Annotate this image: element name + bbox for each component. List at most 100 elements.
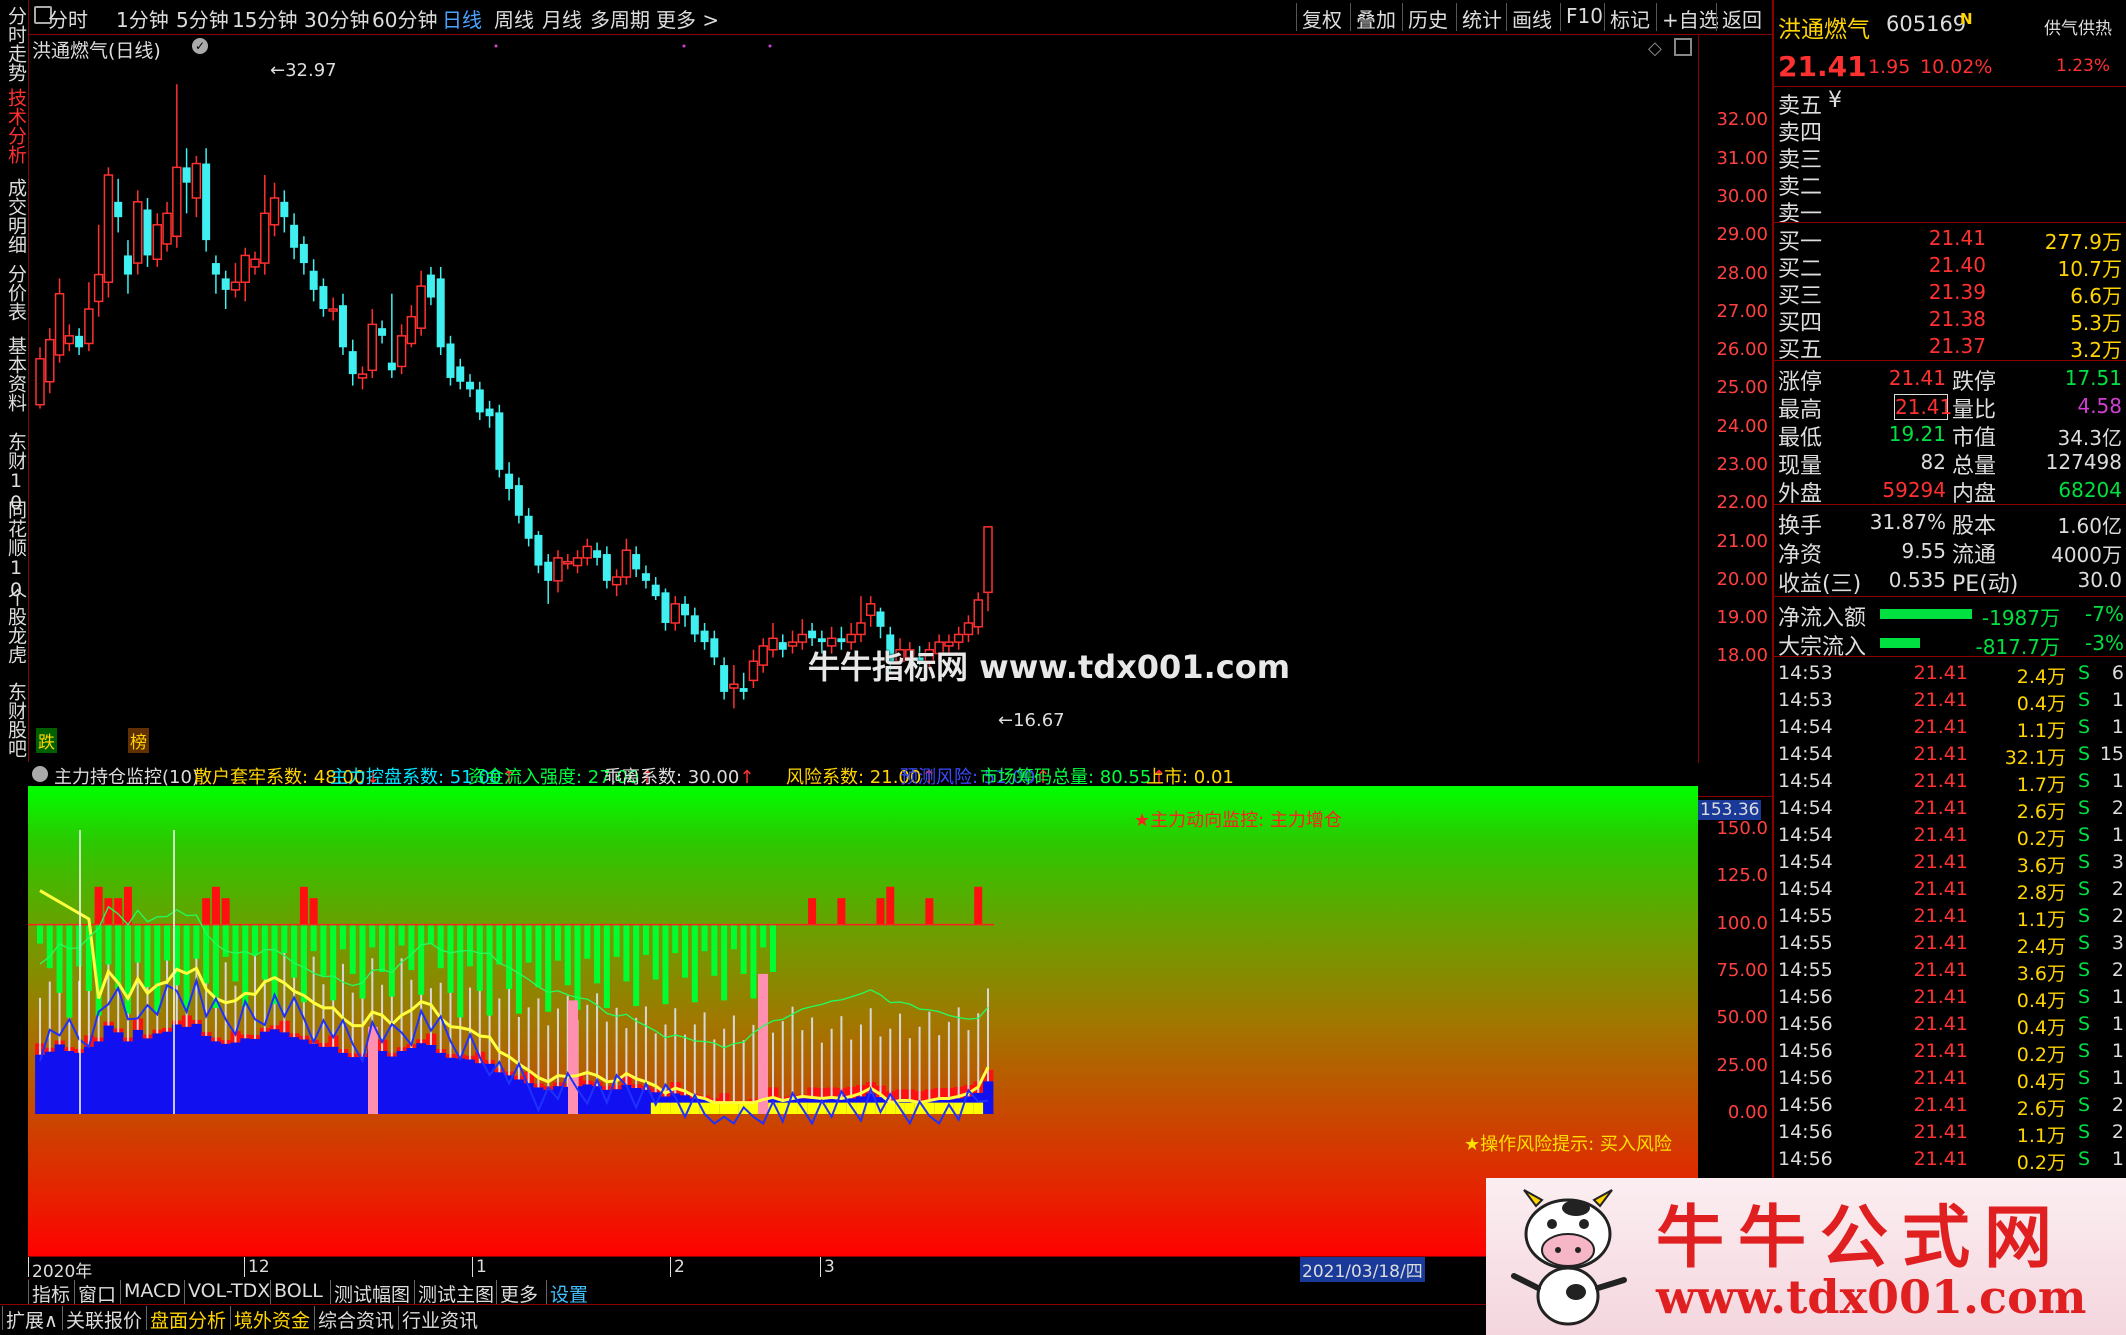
- tab-0[interactable]: 分时: [48, 4, 88, 33]
- candle[interactable]: [202, 148, 211, 252]
- candle[interactable]: [710, 630, 719, 666]
- candle[interactable]: [739, 672, 748, 700]
- candle[interactable]: [172, 84, 182, 248]
- candle[interactable]: [778, 634, 787, 658]
- indicator-tab-3[interactable]: VOL-TDX: [188, 1280, 270, 1302]
- toolbar-button-3[interactable]: 统计: [1462, 4, 1502, 33]
- candle[interactable]: [475, 381, 484, 421]
- candle[interactable]: [505, 462, 514, 501]
- candle[interactable]: [35, 347, 45, 409]
- left-tab-8[interactable]: 东财股吧: [2, 682, 27, 758]
- candle[interactable]: [563, 554, 573, 570]
- toolbar-button-2[interactable]: 历史: [1408, 4, 1448, 33]
- tab-10[interactable]: 更多 >: [656, 4, 719, 33]
- left-tab-2[interactable]: 成交明细: [2, 178, 27, 254]
- candle[interactable]: [367, 309, 378, 378]
- left-tab-7[interactable]: 个股龙虎: [2, 588, 27, 664]
- left-tab-6[interactable]: 同花顺10: [2, 500, 27, 601]
- candle[interactable]: [876, 607, 885, 639]
- candle[interactable]: [466, 374, 475, 398]
- tab-6[interactable]: 日线: [442, 4, 482, 33]
- candle[interactable]: [54, 278, 65, 363]
- left-tab-0[interactable]: 分时走势: [2, 6, 27, 82]
- candle[interactable]: [396, 324, 407, 375]
- toolbar-button-8[interactable]: 返回: [1722, 4, 1762, 33]
- candle[interactable]: [865, 596, 876, 627]
- tab-1[interactable]: 1分钟: [116, 4, 169, 33]
- candle[interactable]: [75, 328, 84, 355]
- candle[interactable]: [495, 404, 504, 478]
- candle[interactable]: [319, 278, 328, 317]
- candle[interactable]: [338, 293, 347, 355]
- sector-name[interactable]: 供气供热: [2044, 14, 2112, 39]
- indicator-tab-1[interactable]: 窗口: [78, 1280, 116, 1307]
- toolbar-button-0[interactable]: 复权: [1302, 4, 1342, 33]
- candle[interactable]: [211, 255, 220, 294]
- toolbar-button-7[interactable]: +自选: [1662, 4, 1719, 33]
- candle[interactable]: [152, 213, 163, 267]
- candle[interactable]: [299, 236, 308, 275]
- tab-4[interactable]: 30分钟: [304, 4, 369, 33]
- tab-3[interactable]: 15分钟: [232, 4, 297, 33]
- indicator-tab-4[interactable]: BOLL: [274, 1280, 323, 1302]
- candle[interactable]: [700, 622, 709, 650]
- candle[interactable]: [357, 366, 368, 390]
- info-tab-3[interactable]: 境外资金: [234, 1306, 310, 1333]
- candle[interactable]: [446, 335, 455, 386]
- candle[interactable]: [963, 615, 974, 643]
- indicator-tab-2[interactable]: MACD: [124, 1280, 181, 1302]
- candle[interactable]: [162, 201, 172, 252]
- candle[interactable]: [64, 324, 75, 352]
- indicator-panel[interactable]: ★主力动向监控: 主力增仓 ★操作风险提示: 买入风险: [28, 786, 1698, 1256]
- candle[interactable]: [348, 339, 357, 386]
- candle[interactable]: [572, 550, 583, 574]
- indicator-tab-6[interactable]: 测试主图: [418, 1280, 494, 1307]
- candle[interactable]: [93, 224, 104, 317]
- candle[interactable]: [621, 538, 632, 585]
- info-tab-4[interactable]: 综合资讯: [318, 1306, 394, 1333]
- candle[interactable]: [983, 526, 993, 612]
- candle[interactable]: [768, 622, 778, 658]
- candle[interactable]: [378, 320, 387, 344]
- candle[interactable]: [143, 198, 152, 267]
- candle[interactable]: [553, 550, 563, 593]
- toolbar-button-1[interactable]: 叠加: [1356, 4, 1396, 33]
- candle[interactable]: [123, 240, 132, 294]
- candle[interactable]: [720, 657, 729, 700]
- candle[interactable]: [641, 565, 650, 589]
- candle[interactable]: [797, 619, 808, 650]
- tab-8[interactable]: 月线: [542, 4, 582, 33]
- candle[interactable]: [260, 175, 270, 275]
- candle[interactable]: [309, 259, 318, 302]
- candle[interactable]: [132, 190, 143, 275]
- candle[interactable]: [787, 630, 798, 654]
- candle[interactable]: [524, 508, 533, 547]
- candle[interactable]: [182, 148, 191, 214]
- info-tab-0[interactable]: 扩展∧: [6, 1306, 58, 1333]
- candle[interactable]: [681, 596, 690, 627]
- tab-7[interactable]: 周线: [494, 4, 534, 33]
- candle[interactable]: [103, 167, 114, 298]
- candle[interactable]: [651, 577, 660, 600]
- candle[interactable]: [973, 592, 983, 635]
- candle[interactable]: [611, 569, 622, 597]
- left-tab-3[interactable]: 分价表: [2, 264, 27, 321]
- candle[interactable]: [240, 247, 250, 302]
- toolbar-button-6[interactable]: 标记: [1610, 4, 1650, 33]
- candle[interactable]: [45, 328, 55, 394]
- left-tab-4[interactable]: 基本资料: [2, 336, 27, 412]
- candle[interactable]: [602, 546, 611, 589]
- candle[interactable]: [593, 542, 602, 566]
- info-tab-1[interactable]: 关联报价: [66, 1306, 142, 1333]
- candle[interactable]: [436, 266, 445, 355]
- candle[interactable]: [191, 155, 202, 218]
- indicator-dropdown-icon[interactable]: [32, 766, 48, 782]
- candle[interactable]: [84, 282, 94, 352]
- candle[interactable]: [632, 546, 641, 578]
- candle[interactable]: [544, 554, 553, 604]
- candle[interactable]: [534, 531, 543, 574]
- candle[interactable]: [748, 649, 759, 689]
- candle[interactable]: [406, 305, 417, 348]
- candle[interactable]: [856, 596, 866, 643]
- candle[interactable]: [514, 477, 523, 524]
